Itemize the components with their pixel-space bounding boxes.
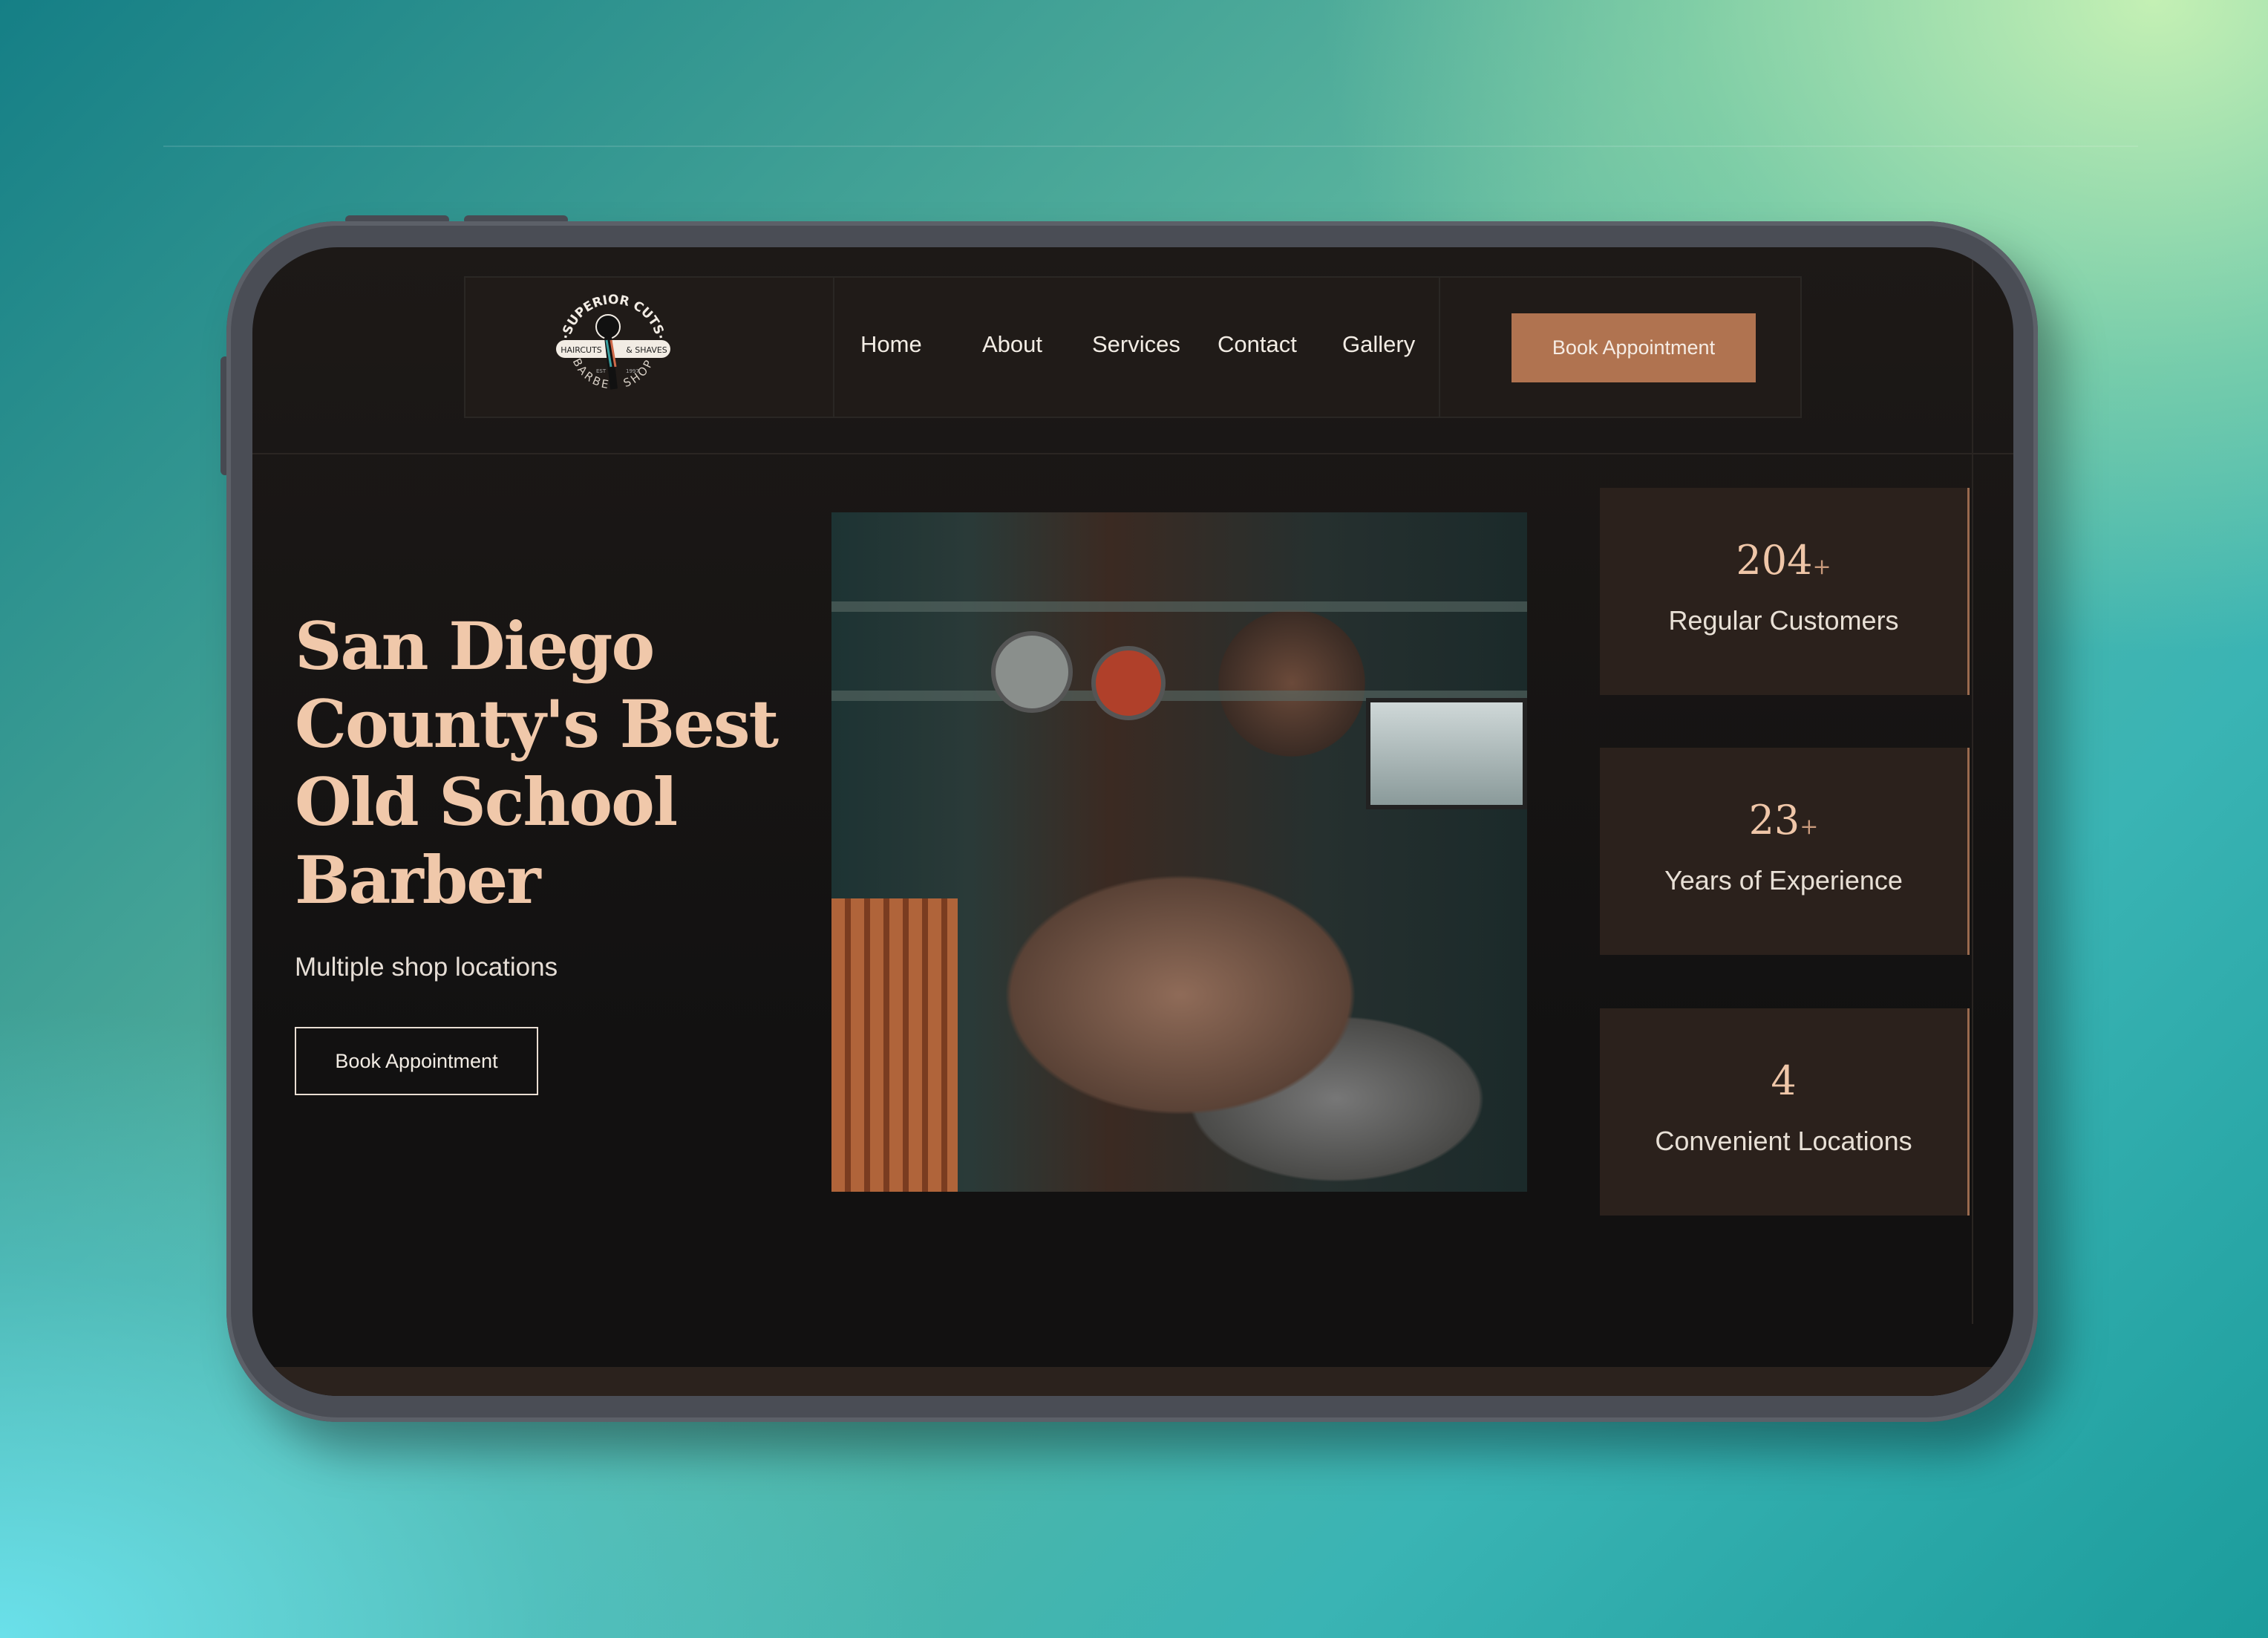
hero-subtitle: Multiple shop locations xyxy=(295,953,558,982)
header-nav: ·SUPERIOR CUTS· BARBER SHOP HAIRCUTS & S… xyxy=(464,276,1802,418)
stat-value: 4 xyxy=(1771,1057,1797,1104)
svg-text:1997: 1997 xyxy=(626,368,639,374)
nav-divider xyxy=(1439,278,1440,417)
right-divider xyxy=(1972,247,1973,1324)
next-section-edge xyxy=(252,1367,2013,1396)
stat-label: Years of Experience xyxy=(1664,865,1903,895)
nav-contact[interactable]: Contact xyxy=(1218,331,1297,358)
nav-about[interactable]: About xyxy=(982,331,1042,358)
stat-value: 23+ xyxy=(1748,797,1819,844)
svg-text:EST: EST xyxy=(596,368,607,374)
book-appointment-hero-button[interactable]: Book Appointment xyxy=(295,1027,538,1095)
stat-card-experience: 23+ Years of Experience xyxy=(1600,748,1970,955)
nav-gallery[interactable]: Gallery xyxy=(1342,331,1415,358)
background-divider xyxy=(163,146,2138,147)
nav-home[interactable]: Home xyxy=(860,331,922,358)
stat-label: Regular Customers xyxy=(1668,605,1899,636)
stat-label: Convenient Locations xyxy=(1655,1126,1912,1156)
svg-text:& SHAVES: & SHAVES xyxy=(626,345,667,355)
hero-barber-photo xyxy=(831,512,1527,1192)
nav-services[interactable]: Services xyxy=(1092,331,1180,358)
hero-title: San Diego County's Best Old School Barbe… xyxy=(295,607,779,918)
book-appointment-nav-button[interactable]: Book Appointment xyxy=(1512,313,1756,382)
header-divider xyxy=(252,453,2013,454)
stat-card-locations: 4 Convenient Locations xyxy=(1600,1008,1970,1216)
website-screen: ·SUPERIOR CUTS· BARBER SHOP HAIRCUTS & S… xyxy=(252,247,2013,1396)
stat-card-customers: 204+ Regular Customers xyxy=(1600,488,1970,695)
svg-text:HAIRCUTS: HAIRCUTS xyxy=(561,345,602,355)
nav-divider xyxy=(833,278,834,417)
stat-value: 204+ xyxy=(1736,537,1831,584)
logo[interactable]: ·SUPERIOR CUTS· BARBER SHOP HAIRCUTS & S… xyxy=(543,278,684,420)
